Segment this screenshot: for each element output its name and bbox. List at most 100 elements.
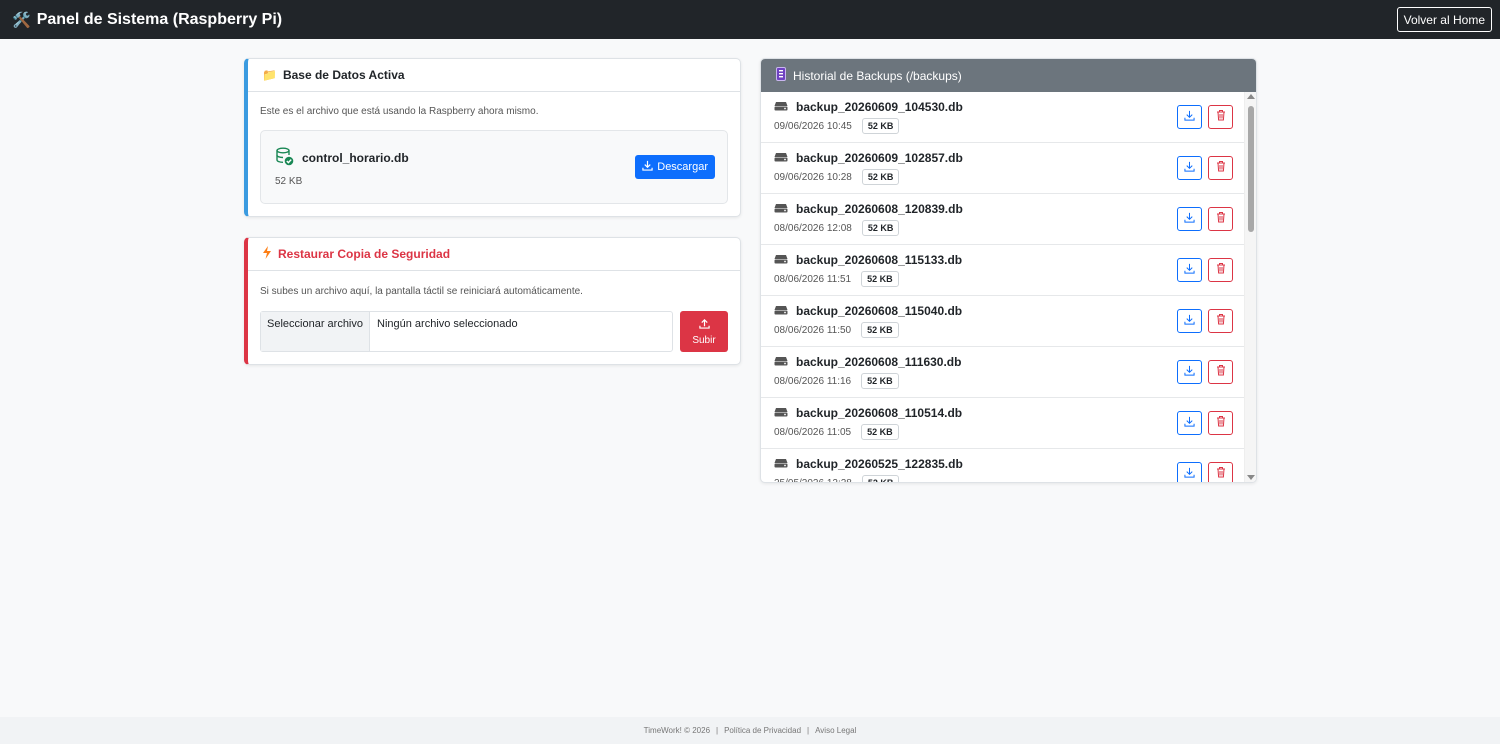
backup-date: 25/05/2026 12:28 [774,477,852,483]
hdd-icon [774,457,788,471]
hdd-icon [774,253,788,267]
download-backup-button[interactable] [1177,156,1202,180]
backup-filename: backup_20260525_122835.db [796,457,963,471]
archive-icon [775,67,787,84]
backup-date: 08/06/2026 12:08 [774,222,852,234]
upload-label: Subir [692,334,716,346]
restore-description: Si subes un archivo aquí, la pantalla tá… [260,286,583,297]
tools-icon: 🛠️ [12,11,31,29]
restore-body: Si subes un archivo aquí, la pantalla tá… [248,271,740,364]
hdd-icon [774,202,788,216]
download-backup-button[interactable] [1177,258,1202,282]
backup-date: 08/06/2026 11:50 [774,324,852,336]
active-db-file-box: control_horario.db 52 KB Descargar [260,130,728,204]
hdd-icon [774,151,788,165]
download-backup-button[interactable] [1177,309,1202,333]
download-icon [1184,363,1195,381]
backup-date: 08/06/2026 11:16 [774,375,852,387]
hdd-icon [774,355,788,369]
download-label: Descargar [657,161,708,173]
backup-row: backup_20260608_115040.db 08/06/2026 11:5… [761,296,1244,347]
backup-history-card: Historial de Backups (/backups) backup_2… [760,58,1257,483]
restore-card: Restaurar Copia de Seguridad Si subes un… [244,237,741,365]
backup-filename: backup_20260609_102857.db [796,151,963,165]
folder-icon: 📁 [262,68,277,82]
delete-backup-button[interactable] [1208,309,1233,333]
no-file-text: Ningún archivo seleccionado [377,318,518,330]
download-backup-button[interactable] [1177,411,1202,435]
hdd-icon [774,304,788,318]
download-backup-button[interactable] [1177,207,1202,231]
database-check-icon [275,147,294,169]
footer-separator: | [807,726,810,735]
backup-date: 09/06/2026 10:28 [774,171,852,183]
backup-history-title: Historial de Backups (/backups) [793,68,962,83]
backup-filename: backup_20260608_110514.db [796,406,963,420]
back-home-button[interactable]: Volver al Home [1396,7,1492,32]
footer-separator: | [716,726,719,735]
delete-backup-button[interactable] [1208,411,1233,435]
delete-backup-button[interactable] [1208,156,1233,180]
select-file-button[interactable]: Seleccionar archivo [261,312,370,351]
legal-link[interactable]: Aviso Legal [815,726,856,735]
active-db-filename: control_horario.db [302,151,409,165]
backup-filename: backup_20260608_115040.db [796,304,963,318]
download-backup-button[interactable] [1177,462,1202,482]
active-db-title: Base de Datos Activa [282,68,405,82]
file-input[interactable]: Seleccionar archivo Ningún archivo selec… [260,311,673,352]
delete-backup-button[interactable] [1208,462,1233,482]
restore-header: Restaurar Copia de Seguridad [248,238,740,271]
download-icon [1184,159,1195,177]
backup-size-badge: 52 KB [861,118,900,134]
download-icon [1184,465,1195,482]
download-icon [642,160,653,174]
delete-backup-button[interactable] [1208,105,1233,129]
download-backup-button[interactable] [1177,105,1202,129]
backup-list[interactable]: backup_20260609_104530.db 09/06/2026 10:4… [761,92,1256,483]
backup-size-badge: 52 KB [861,169,900,185]
active-db-header: 📁 Base de Datos Activa [248,59,740,92]
trash-icon [1216,261,1226,279]
download-icon [1184,414,1195,432]
backup-row: backup_20260609_102857.db 09/06/2026 10:2… [761,143,1244,194]
backup-size-badge: 52 KB [861,271,899,287]
backup-size-badge: 52 KB [861,373,899,389]
scroll-down-arrow-icon[interactable] [1247,475,1255,480]
backup-row: backup_20260525_122835.db 25/05/2026 12:2… [761,449,1244,483]
delete-backup-button[interactable] [1208,360,1233,384]
footer-copyright: TimeWork! © 2026 [643,726,711,735]
navbar-title: Panel de Sistema (Raspberry Pi) [36,10,283,28]
backup-size-badge: 52 KB [861,322,899,338]
scroll-thumb[interactable] [1248,106,1254,232]
upload-button[interactable]: Subir [680,311,728,352]
hdd-icon [774,406,788,420]
delete-backup-button[interactable] [1208,258,1233,282]
trash-icon [1216,312,1226,330]
trash-icon [1216,465,1226,482]
trash-icon [1216,210,1226,228]
backup-history-header: Historial de Backups (/backups) [761,59,1256,92]
download-active-db-button[interactable]: Descargar [635,155,715,179]
backup-row: backup_20260608_111630.db 08/06/2026 11:1… [761,347,1244,398]
scroll-up-arrow-icon[interactable] [1247,94,1255,99]
active-db-description: Este es el archivo que está usando la Ra… [260,106,539,117]
privacy-link[interactable]: Política de Privacidad [724,726,801,735]
backup-size-badge: 52 KB [861,475,900,482]
download-backup-button[interactable] [1177,360,1202,384]
top-navbar: 🛠️ Panel de Sistema (Raspberry Pi) Volve… [0,0,1500,39]
delete-backup-button[interactable] [1208,207,1233,231]
active-db-body: Este es el archivo que está usando la Ra… [248,92,740,216]
backup-date: 08/06/2026 11:51 [774,273,852,285]
footer: TimeWork! © 2026 | Política de Privacida… [0,717,1500,744]
download-icon [1184,261,1195,279]
upload-row: Seleccionar archivo Ningún archivo selec… [260,311,728,352]
trash-icon [1216,159,1226,177]
active-db-size: 52 KB [275,176,303,187]
navbar-brand: 🛠️ Panel de Sistema (Raspberry Pi) [12,11,282,29]
download-icon [1184,108,1195,126]
backup-list-scrollbar[interactable] [1244,92,1256,482]
backup-date: 09/06/2026 10:45 [774,120,852,132]
backup-filename: backup_20260608_120839.db [796,202,963,216]
backup-filename: backup_20260608_115133.db [796,253,963,267]
trash-icon [1216,414,1226,432]
